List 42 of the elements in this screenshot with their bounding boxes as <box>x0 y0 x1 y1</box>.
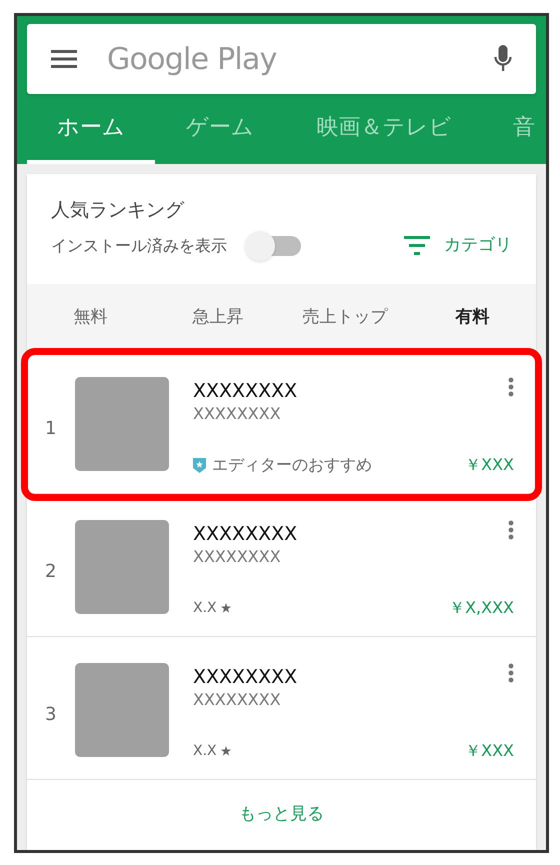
app-icon <box>75 663 169 757</box>
section-title: 人気ランキング <box>51 198 186 223</box>
badge-icon <box>193 458 206 472</box>
menu-icon[interactable] <box>51 49 77 69</box>
toggle-label: インストール済みを表示 <box>51 234 227 256</box>
more-options-icon[interactable] <box>508 377 514 397</box>
price: ￥XXX <box>465 740 514 762</box>
editors-choice-label: エディターのおすすめ <box>212 454 372 476</box>
search-bar[interactable]: Google Play <box>27 24 536 94</box>
app-icon <box>75 520 169 614</box>
rating-value: X.X <box>193 742 217 760</box>
developer-name: XXXXXXXX <box>193 689 282 711</box>
app-row[interactable]: 3 XXXXXXXX XXXXXXXX X.X ￥XXX <box>27 637 536 780</box>
star-icon <box>220 746 231 756</box>
rank-number: 1 <box>45 417 58 441</box>
ranking-tab[interactable]: 急上昇 <box>154 284 282 351</box>
see-more-link[interactable]: もっと見る <box>239 802 324 828</box>
more-options-icon[interactable] <box>508 663 514 683</box>
more-options-icon[interactable] <box>508 520 514 540</box>
installed-toggle[interactable] <box>245 230 303 260</box>
app-title: XXXXXXXX <box>193 665 298 689</box>
developer-name: XXXXXXXX <box>193 546 282 568</box>
category-button[interactable]: カテゴリ <box>404 232 512 258</box>
price: ￥XXX <box>465 454 514 476</box>
app-icon <box>75 377 169 471</box>
rating-value: X.X <box>193 598 217 618</box>
star-icon <box>220 603 231 613</box>
ranking-tab[interactable]: 有料 <box>408 284 536 351</box>
search-field[interactable]: Google Play <box>107 36 494 82</box>
price: ￥X,XXX <box>449 597 514 619</box>
category-tab[interactable]: ホーム <box>27 94 155 164</box>
app-title: XXXXXXXX <box>193 379 298 403</box>
rank-number: 2 <box>45 560 58 584</box>
microphone-icon[interactable] <box>494 45 512 73</box>
ranking-tab[interactable]: 無料 <box>27 284 154 351</box>
app-title: XXXXXXXX <box>193 522 298 546</box>
filter-icon <box>404 236 430 256</box>
app-row[interactable]: 2 XXXXXXXX XXXXXXXX X.X ￥X,XXX <box>27 494 536 637</box>
app-row[interactable]: 1 XXXXXXXX XXXXXXXX エディターのおすすめ ￥XXX <box>27 351 536 494</box>
ranking-tab[interactable]: 売上トップ <box>282 284 409 351</box>
developer-name: XXXXXXXX <box>193 403 282 425</box>
rank-number: 3 <box>45 703 58 727</box>
